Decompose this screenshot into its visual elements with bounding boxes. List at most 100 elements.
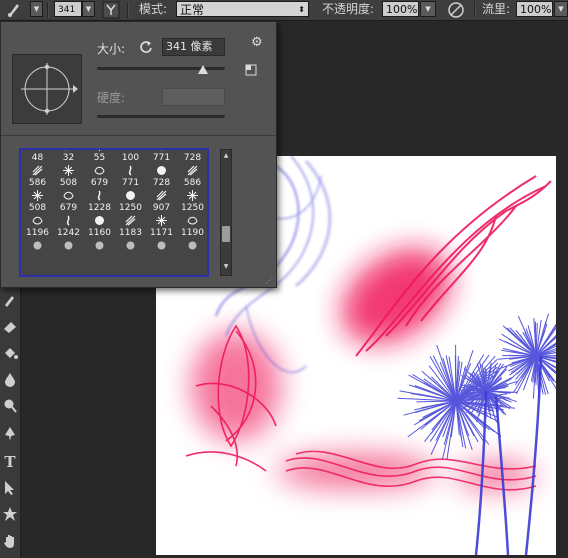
size-value-field[interactable]: 341 像素 [162, 38, 225, 56]
flow-field[interactable]: 100% [516, 1, 553, 17]
hardness-slider [97, 115, 225, 118]
flow-dropdown[interactable]: ▼ [554, 1, 568, 17]
brush-preset-cell[interactable]: 586 [177, 163, 207, 188]
brush-preset-size: 771 [152, 153, 171, 163]
brush-tip-thumbnail-icon [63, 240, 74, 251]
brush-tool-icon[interactable] [6, 0, 22, 20]
brush-preset-cell[interactable]: 1160 [84, 213, 115, 238]
history-brush-icon[interactable] [1, 292, 19, 310]
brush-tip-thumbnail-icon [32, 240, 43, 251]
brush-tip-thumbnail-icon [187, 240, 198, 251]
brush-tip-thumbnail-icon [32, 215, 43, 226]
brush-preset-cell[interactable] [53, 238, 84, 263]
brush-preset-cell[interactable] [22, 238, 53, 263]
brush-preset-cell[interactable]: 32 [53, 150, 84, 163]
tool-preset-dropdown[interactable]: ▼ [30, 1, 43, 17]
brush-preset-size: 771 [121, 178, 140, 188]
shape-icon[interactable] [1, 506, 19, 524]
brush-preset-picker: 大小: 341 像素 ⚙ 硬度: 48 32 55 100 771 728 586 508 67… [0, 21, 277, 288]
blend-mode-select[interactable]: 正常 ⬍ [176, 1, 309, 17]
brush-tip-thumbnail-icon [32, 165, 43, 176]
mode-label: 模式: [139, 2, 168, 16]
dodge-icon[interactable] [1, 398, 19, 416]
hand-icon[interactable] [1, 533, 19, 551]
brush-preset-grid: 48 32 55 100 771 728 586 508 679 771 728 586 508 679 1… [19, 148, 209, 277]
brush-tip-thumbnail-icon [94, 165, 105, 176]
brush-preset-cell[interactable]: 55 [84, 150, 115, 163]
brush-preset-size: 1183 [119, 228, 142, 238]
brush-preset-cell[interactable]: 1183 [115, 213, 146, 238]
brush-preset-cell[interactable]: 1250 [177, 188, 207, 213]
brush-tip-thumbnail-icon [125, 165, 136, 176]
paint-bucket-icon[interactable] [1, 345, 19, 363]
brush-preset-cell[interactable]: 679 [53, 188, 84, 213]
options-bar: ▼ 341 ▼ 模式: 正常 ⬍ 不透明度: 100% ▼ 流里: 100% ▼ [0, 0, 568, 21]
new-preset-icon[interactable] [245, 64, 257, 76]
brush-tip-thumbnail-icon [63, 215, 74, 226]
brush-preset-cell[interactable]: 771 [115, 163, 146, 188]
brush-preset-size: 1171 [150, 228, 173, 238]
brush-tip-thumbnail-icon [63, 150, 74, 151]
brush-preset-cell[interactable]: 728 [146, 163, 177, 188]
brush-tip-preview [12, 54, 82, 124]
brush-tip-thumbnail-icon [125, 215, 136, 226]
brush-preset-size: 48 [31, 153, 44, 163]
brush-panel-toggle-icon[interactable] [102, 1, 120, 19]
scroll-up-icon[interactable]: ▲ [222, 152, 230, 159]
resize-grip-icon[interactable]: ⋰ [265, 276, 273, 285]
brush-tip-thumbnail-icon [125, 150, 136, 151]
brush-tip-thumbnail-icon [187, 215, 198, 226]
brush-preset-cell[interactable]: 48 [22, 150, 53, 163]
brush-tip-thumbnail-icon [94, 150, 105, 151]
brush-preset-cell[interactable] [177, 238, 207, 263]
scroll-down-icon[interactable]: ▼ [222, 263, 230, 270]
brush-preset-cell[interactable]: 907 [146, 188, 177, 213]
type-icon[interactable]: T [1, 453, 19, 471]
opacity-field[interactable]: 100% [382, 1, 419, 17]
brush-preset-cell[interactable]: 508 [53, 163, 84, 188]
scroll-thumb[interactable] [222, 226, 230, 242]
brush-tip-thumbnail-icon [125, 240, 136, 251]
brush-preset-cell[interactable] [146, 238, 177, 263]
brush-preset-cell[interactable]: 728 [177, 150, 207, 163]
brush-picker-dropdown[interactable]: ▼ [82, 1, 95, 17]
settings-gear-icon[interactable]: ⚙ [251, 36, 267, 50]
brush-preset-cell[interactable]: 1171 [146, 213, 177, 238]
size-slider-handle[interactable] [198, 63, 208, 77]
brush-preset-size: 1242 [57, 228, 80, 238]
brush-preset-cell[interactable]: 679 [84, 163, 115, 188]
brush-preset-size: 907 [152, 203, 171, 213]
updown-icon: ⬍ [298, 5, 305, 14]
preset-scrollbar[interactable]: ▲ ▼ [220, 149, 232, 276]
size-label: 大小: [97, 42, 126, 56]
brush-preset-size: 586 [28, 178, 47, 188]
pressure-opacity-icon[interactable] [447, 1, 467, 21]
brush-preset-size: 679 [90, 178, 109, 188]
opacity-dropdown[interactable]: ▼ [420, 1, 436, 17]
brush-tip-thumbnail-icon [63, 165, 74, 176]
brush-tip-thumbnail-icon [63, 190, 74, 201]
brush-preset-cell[interactable]: 1196 [22, 213, 53, 238]
brush-preset-cell[interactable]: 1242 [53, 213, 84, 238]
blur-icon[interactable] [1, 371, 19, 389]
brush-tip-thumbnail-icon [94, 215, 105, 226]
path-select-icon[interactable] [1, 480, 19, 498]
brush-preset-cell[interactable]: 771 [146, 150, 177, 163]
reset-size-icon[interactable] [138, 39, 154, 55]
brush-tip-thumbnail-icon [187, 150, 198, 151]
brush-preset-cell[interactable]: 1190 [177, 213, 207, 238]
brush-size-field[interactable]: 341 [54, 1, 82, 17]
pen-icon[interactable] [1, 426, 19, 444]
brush-preset-cell[interactable]: 1250 [115, 188, 146, 213]
brush-preset-cell[interactable]: 586 [22, 163, 53, 188]
brush-tip-thumbnail-icon [32, 190, 43, 201]
flow-label: 流里: [482, 2, 511, 16]
brush-preset-cell[interactable]: 508 [22, 188, 53, 213]
brush-tip-thumbnail-icon [187, 190, 198, 201]
brush-preset-cell[interactable] [84, 238, 115, 263]
brush-preset-size: 1228 [88, 203, 111, 213]
brush-preset-cell[interactable]: 100 [115, 150, 146, 163]
brush-preset-cell[interactable]: 1228 [84, 188, 115, 213]
brush-preset-cell[interactable] [115, 238, 146, 263]
eraser-icon[interactable] [1, 318, 19, 336]
